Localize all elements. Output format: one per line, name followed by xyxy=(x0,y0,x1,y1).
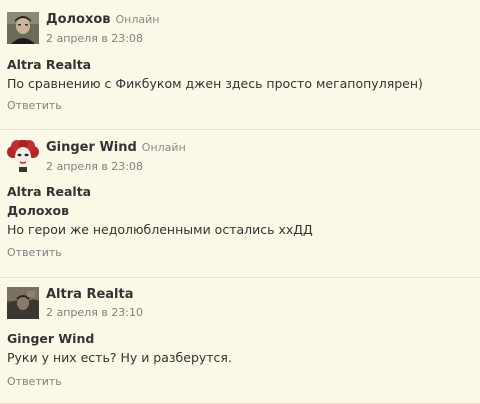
comment-date: 2 апреля в 23:08 xyxy=(46,32,144,45)
author-name[interactable]: Altra Realta xyxy=(46,287,133,302)
comment-dolokhov: Долохов Онлайн 2 апреля в 23:08 Altra Rea… xyxy=(0,0,480,130)
reply-link[interactable]: Ответить xyxy=(7,99,62,112)
avatar[interactable] xyxy=(7,12,39,44)
comment-date: 2 апреля в 23:08 xyxy=(46,160,144,173)
reply-link[interactable]: Ответить xyxy=(7,246,62,259)
comment-body: Ginger Wind Руки у них есть? Ну и разбер… xyxy=(7,329,232,367)
avatar[interactable] xyxy=(7,140,39,172)
comment-ginger-wind: Ginger Wind Онлайн 2 апреля в 23:08 Altra… xyxy=(0,130,480,278)
quoted-user: Altra Realta xyxy=(7,184,92,199)
comment-body: Altra Realta По сравнению с Фикбуком дже… xyxy=(7,55,423,93)
quoted-user: Долохов xyxy=(7,203,70,218)
portrait-man-avatar-icon xyxy=(7,12,39,44)
author-name[interactable]: Ginger Wind xyxy=(46,140,137,155)
online-status: Онлайн xyxy=(141,141,186,154)
comment-altra-realta: Altra Realta 2 апреля в 23:10 Ginger Win… xyxy=(0,278,480,404)
comment-author[interactable]: Ginger Wind Онлайн xyxy=(46,140,186,155)
online-status: Онлайн xyxy=(115,13,160,26)
comment-text: Но герои же недолюбленными остались ххДД xyxy=(7,222,313,237)
comment-text: По сравнению с Фикбуком джен здесь прост… xyxy=(7,76,423,91)
comment-body: Altra Realta Долохов Но герои же недолюб… xyxy=(7,182,313,239)
avatar[interactable] xyxy=(7,287,39,319)
author-name[interactable]: Долохов xyxy=(46,12,111,27)
quoted-user: Ginger Wind xyxy=(7,331,95,346)
red-haired-face-avatar-icon xyxy=(7,140,39,172)
comment-date: 2 апреля в 23:10 xyxy=(46,306,144,319)
comment-author[interactable]: Altra Realta xyxy=(46,287,133,302)
dark-fantasy-avatar-icon xyxy=(7,287,39,319)
reply-link[interactable]: Ответить xyxy=(7,375,62,388)
quoted-user: Altra Realta xyxy=(7,57,92,72)
comment-author[interactable]: Долохов Онлайн xyxy=(46,12,159,27)
comment-text: Руки у них есть? Ну и разберутся. xyxy=(7,350,232,365)
